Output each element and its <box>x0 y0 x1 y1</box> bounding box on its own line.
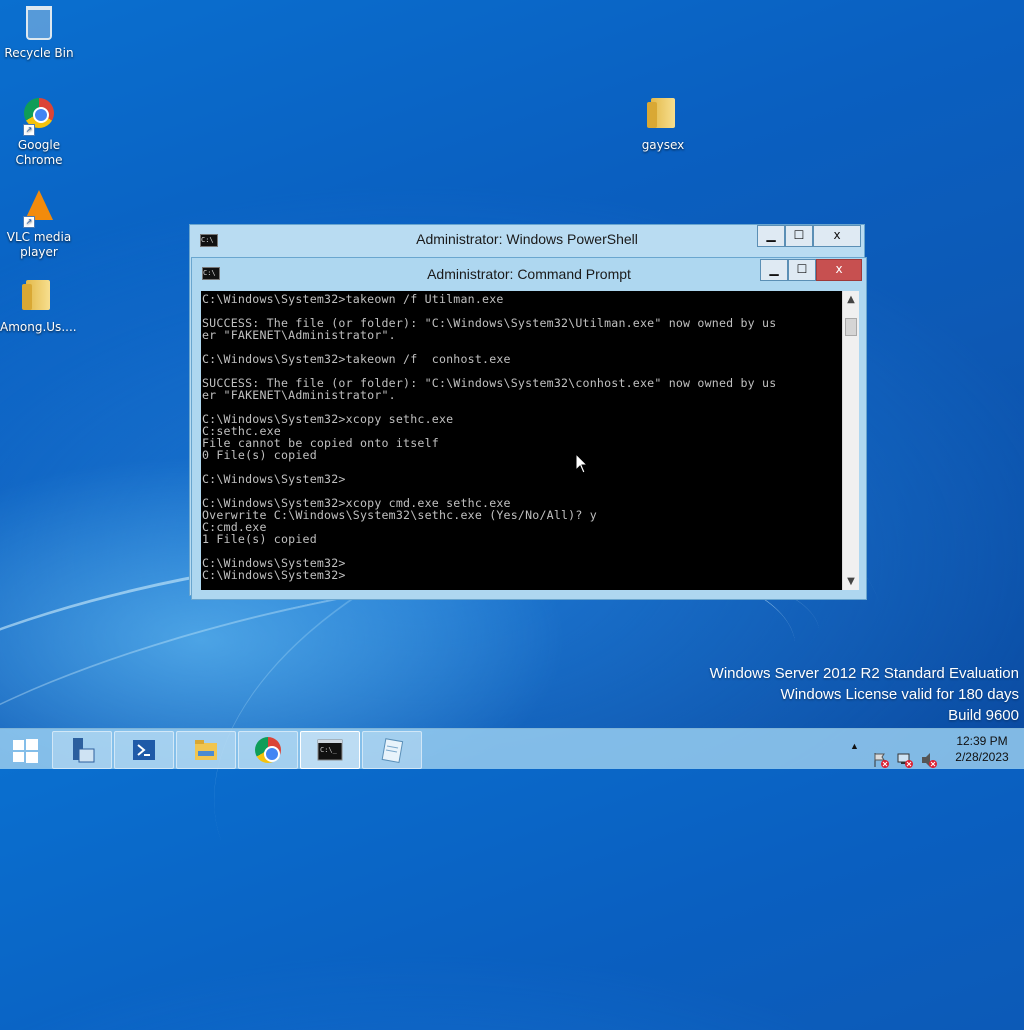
watermark-edition: Windows Server 2012 R2 Standard Evaluati… <box>709 665 1019 682</box>
taskbar-file-explorer[interactable] <box>176 731 236 769</box>
scroll-down-button[interactable]: ▼ <box>843 573 859 590</box>
powershell-close-button[interactable]: x <box>813 225 861 247</box>
taskbar-command-prompt[interactable]: C:\_ <box>300 731 360 769</box>
mouse-cursor-icon <box>575 453 589 474</box>
taskbar-server-manager[interactable] <box>52 731 112 769</box>
taskbar-notepad[interactable] <box>362 731 422 769</box>
powershell-icon <box>133 740 155 760</box>
cmd-titlebar[interactable]: C:\ Administrator: Command Prompt ▁ ☐ x <box>192 258 866 288</box>
start-button[interactable] <box>0 731 52 769</box>
taskbar-chrome[interactable] <box>238 731 298 769</box>
desktop-icon-google-chrome[interactable]: ↗ Google Chrome <box>1 98 77 168</box>
recycle-bin-icon <box>21 6 57 42</box>
cmd-icon: C:\_ <box>317 739 343 761</box>
chrome-icon <box>255 737 281 763</box>
clock-date: 2/28/2023 <box>955 750 1009 764</box>
desktop-icon-label: Recycle Bin <box>4 46 74 60</box>
cmd-maximize-button[interactable]: ☐ <box>788 259 816 281</box>
cmd-window[interactable]: C:\ Administrator: Command Prompt ▁ ☐ x … <box>191 257 867 600</box>
powershell-minimize-button[interactable]: ▁ <box>757 225 785 247</box>
chrome-icon: ↗ <box>21 98 57 136</box>
action-center-flag-icon[interactable] <box>872 740 890 780</box>
console-output[interactable]: C:\Windows\System32>takeown /f Utilman.e… <box>201 291 842 590</box>
console-scrollbar[interactable]: ▲ ▼ <box>842 291 859 590</box>
desktop-icon-label: VLC media player <box>6 230 72 259</box>
taskbar-powershell[interactable] <box>114 731 174 769</box>
watermark-license: Windows License valid for 180 days <box>780 686 1019 703</box>
scroll-up-button[interactable]: ▲ <box>843 291 859 308</box>
notepad-icon <box>381 738 404 763</box>
desktop-icon-label: Google Chrome <box>15 138 63 167</box>
server-manager-icon <box>73 738 95 763</box>
show-hidden-icons-button[interactable]: ▲ <box>850 741 859 781</box>
windows-watermark: Windows Server 2012 R2 Standard Evaluati… <box>710 663 1019 726</box>
desktop-icon-recycle-bin[interactable]: Recycle Bin <box>1 6 77 61</box>
desktop-icon-among-us[interactable]: Among.Us.... <box>0 280 77 335</box>
cmd-minimize-button[interactable]: ▁ <box>760 259 788 281</box>
cmd-close-button[interactable]: x <box>816 259 862 281</box>
powershell-titlebar[interactable]: C:\ Administrator: Windows PowerShell ▁ … <box>190 225 864 255</box>
powershell-maximize-button[interactable]: ☐ <box>785 225 813 247</box>
watermark-build: Build 9600 <box>948 707 1019 724</box>
clock[interactable]: 12:39 PM 2/28/2023 <box>944 733 1020 773</box>
desktop-icon-label: Among.Us.... <box>0 320 77 334</box>
network-icon[interactable] <box>896 740 914 780</box>
folder-icon <box>195 740 217 760</box>
volume-muted-icon[interactable] <box>920 740 938 780</box>
folder-icon <box>645 98 681 134</box>
desktop-icon-label: gaysex <box>641 138 685 152</box>
folder-icon <box>20 280 56 316</box>
windows-logo-icon <box>13 739 38 763</box>
clock-time: 12:39 PM <box>956 734 1008 748</box>
console-area[interactable]: C:\Windows\System32>takeown /f Utilman.e… <box>201 291 842 590</box>
svg-text:C:\_: C:\_ <box>320 746 338 754</box>
desktop-icon-gaysex[interactable]: gaysex <box>625 98 701 153</box>
desktop-icon-vlc[interactable]: ↗ VLC media player <box>1 190 77 260</box>
vlc-icon: ↗ <box>21 190 57 228</box>
scroll-thumb[interactable] <box>845 318 857 336</box>
taskbar: C:\_ ▲ 12:39 PM 2/28/2023 <box>0 728 1024 769</box>
